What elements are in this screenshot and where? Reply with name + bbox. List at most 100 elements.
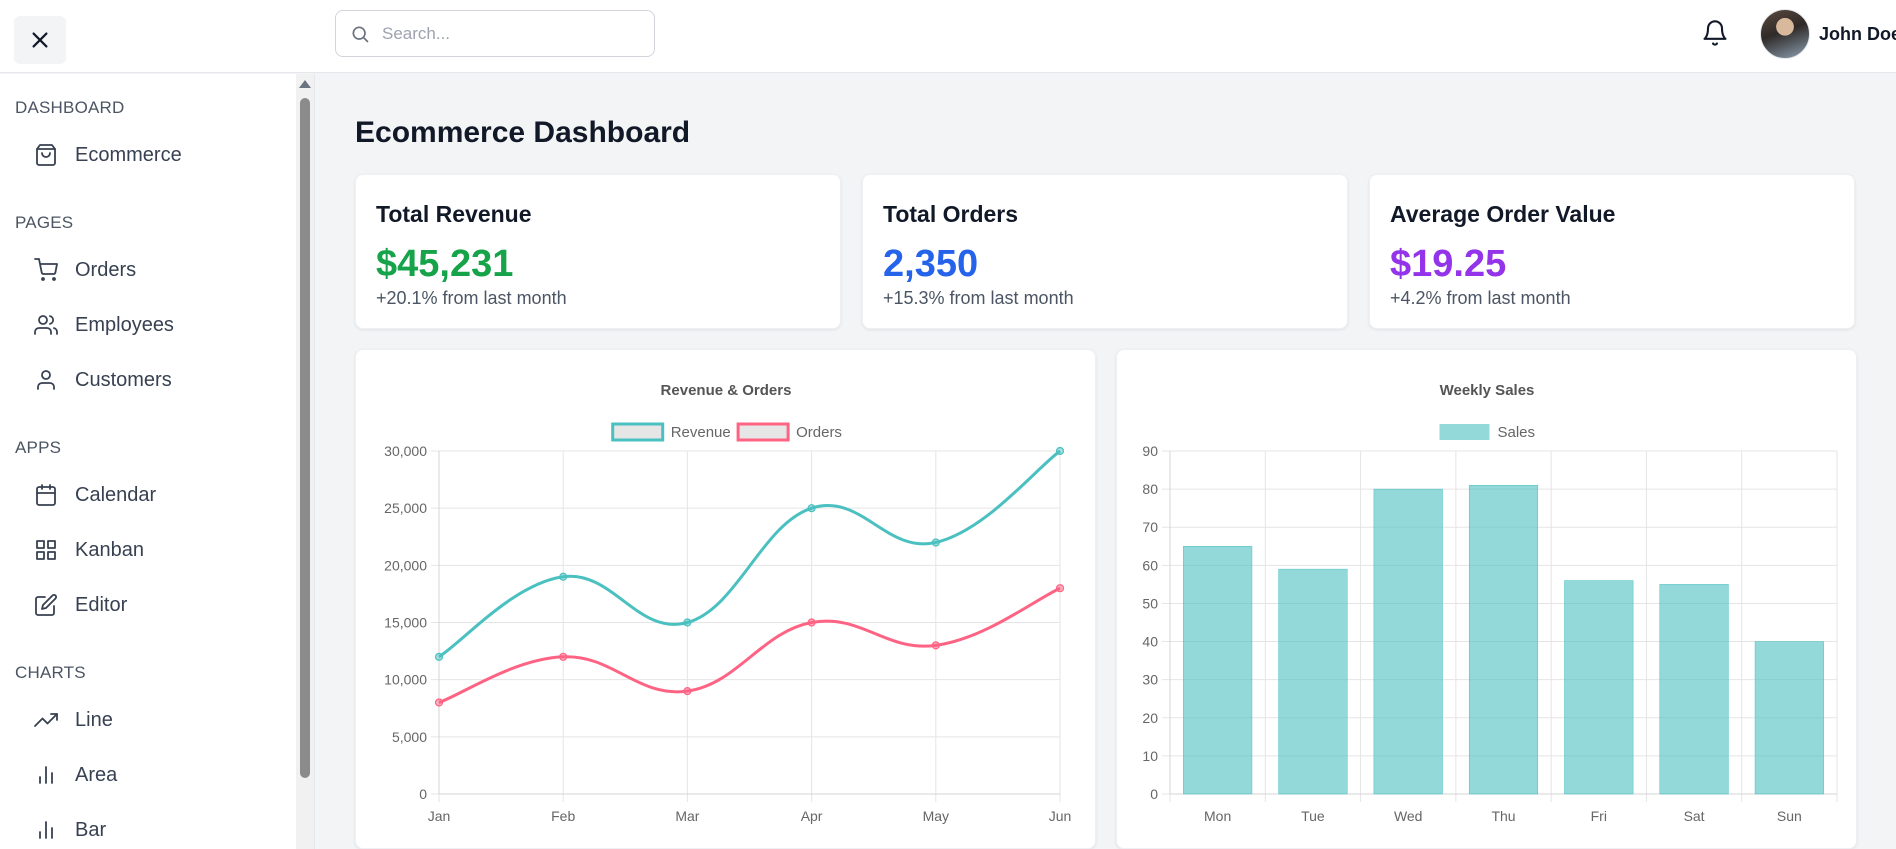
legend-label: Sales bbox=[1498, 424, 1536, 441]
data-point bbox=[1055, 584, 1065, 593]
sidebar-item-kanban[interactable]: Kanban bbox=[15, 527, 285, 573]
bar-sat bbox=[1659, 584, 1729, 795]
legend-swatch bbox=[1439, 424, 1490, 440]
y-tick-label: 10 bbox=[1142, 748, 1158, 764]
page-title: Ecommerce Dashboard bbox=[355, 116, 691, 149]
stat-card-subtitle: +4.2% from last month bbox=[1390, 288, 1571, 308]
bell-icon bbox=[1703, 20, 1727, 46]
y-tick-label: 20 bbox=[1142, 710, 1158, 726]
sidebar-item-label: Ecommerce bbox=[75, 143, 182, 166]
users-icon bbox=[33, 312, 59, 338]
sidebar-item-editor[interactable]: Editor bbox=[15, 582, 285, 628]
sidebar-item-label: Orders bbox=[75, 258, 137, 281]
data-point bbox=[434, 652, 444, 661]
x-tick-label: Feb bbox=[551, 808, 575, 824]
sidebar-item-label: Bar bbox=[75, 818, 107, 841]
sidebar-item-label: Editor bbox=[75, 593, 128, 616]
y-tick-label: 90 bbox=[1142, 443, 1158, 459]
data-point bbox=[931, 641, 940, 650]
data-point bbox=[1055, 446, 1065, 456]
sidebar-item-label: Kanban bbox=[75, 538, 144, 561]
sidebar-item-label: Customers bbox=[75, 368, 172, 391]
close-icon bbox=[32, 32, 48, 48]
trending-up-icon bbox=[33, 707, 59, 733]
calendar-icon bbox=[33, 482, 59, 508]
stat-card-total-orders: Total Orders 2,350 +15.3% from last mont… bbox=[862, 174, 1348, 329]
search-box[interactable] bbox=[335, 10, 655, 57]
y-tick-label: 20,000 bbox=[384, 557, 427, 573]
search-icon bbox=[352, 26, 369, 42]
chart-title: Revenue & Orders bbox=[661, 382, 792, 399]
sidebar-item-label: Area bbox=[75, 763, 118, 786]
x-tick-label: Tue bbox=[1301, 808, 1325, 824]
section-title-apps: APPS bbox=[15, 438, 62, 457]
data-point bbox=[559, 652, 568, 661]
stat-card-value: $19.25 bbox=[1390, 243, 1507, 285]
top-bar: John Doe bbox=[0, 0, 1896, 73]
x-tick-label: Mon bbox=[1204, 808, 1231, 824]
stat-card-value: $45,231 bbox=[376, 243, 514, 285]
y-tick-label: 25,000 bbox=[384, 500, 427, 516]
section-title-charts: CHARTS bbox=[15, 663, 86, 682]
bar-chart-icon bbox=[33, 762, 59, 788]
grid-icon bbox=[33, 537, 59, 563]
weekly-sales-chart-card: Weekly Sales Sales 0 10 20 30 40 50 60 70 80 90 Mon T… bbox=[1116, 349, 1857, 849]
y-tick-label: 15,000 bbox=[384, 615, 427, 631]
bar-sun bbox=[1754, 641, 1824, 795]
y-tick-label: 10,000 bbox=[384, 672, 427, 688]
stat-card-title: Total Revenue bbox=[376, 201, 532, 227]
stat-card-value: 2,350 bbox=[883, 243, 979, 285]
x-tick-label: Mar bbox=[675, 808, 699, 824]
bar-mon bbox=[1183, 546, 1253, 795]
sidebar-item-bar[interactable]: Bar bbox=[15, 807, 285, 849]
y-tick-label: 70 bbox=[1142, 519, 1158, 535]
legend-label: Revenue bbox=[671, 424, 731, 441]
notifications-button[interactable] bbox=[1700, 16, 1730, 50]
shopping-cart-icon bbox=[33, 257, 59, 283]
data-point bbox=[434, 698, 444, 707]
revenue-orders-chart-card: Revenue & Orders Revenue Orders 0 5,000 10,00… bbox=[355, 349, 1096, 849]
sidebar-item-label: Employees bbox=[75, 313, 174, 336]
search-input[interactable] bbox=[382, 23, 632, 44]
y-tick-label: 30 bbox=[1142, 672, 1158, 688]
sidebar-item-area[interactable]: Area bbox=[15, 752, 285, 798]
bar-thu bbox=[1468, 485, 1539, 795]
data-point bbox=[683, 687, 692, 696]
sidebar: DASHBOARD Ecommerce PAGES Orders Employe… bbox=[0, 74, 315, 849]
sidebar-item-employees[interactable]: Employees bbox=[15, 302, 285, 348]
y-tick-label: 40 bbox=[1142, 634, 1158, 650]
edit-icon bbox=[33, 592, 59, 618]
stat-card-title: Total Orders bbox=[883, 201, 1019, 227]
stat-card-subtitle: +15.3% from last month bbox=[883, 288, 1074, 308]
section-title-pages: PAGES bbox=[15, 213, 74, 232]
bar-fri bbox=[1564, 580, 1634, 795]
sidebar-item-customers[interactable]: Customers bbox=[15, 357, 285, 403]
sidebar-item-calendar[interactable]: Calendar bbox=[15, 472, 285, 518]
user-name[interactable]: John Doe bbox=[1819, 24, 1896, 45]
weekly-sales-chart: Weekly Sales Sales 0 10 20 30 40 50 60 70 80 90 Mon T… bbox=[1142, 382, 1838, 824]
x-tick-label: Apr bbox=[801, 808, 823, 824]
chart-title: Weekly Sales bbox=[1440, 382, 1535, 399]
stat-card-title: Average Order Value bbox=[1390, 201, 1616, 227]
sidebar-item-ecommerce[interactable]: Ecommerce bbox=[15, 132, 285, 178]
y-tick-label: 60 bbox=[1142, 557, 1158, 573]
scroll-up-arrow-icon[interactable] bbox=[299, 80, 311, 88]
data-point bbox=[807, 618, 816, 627]
avatar[interactable] bbox=[1760, 9, 1810, 59]
data-point bbox=[683, 618, 692, 627]
sidebar-item-line[interactable]: Line bbox=[15, 697, 285, 743]
series-line-orders bbox=[438, 586, 1061, 704]
bar-wed bbox=[1373, 488, 1443, 795]
x-tick-label: Sat bbox=[1684, 808, 1705, 824]
y-tick-label: 5,000 bbox=[392, 729, 427, 745]
stat-card-total-revenue: Total Revenue $45,231 +20.1% from last m… bbox=[355, 174, 841, 329]
sidebar-item-orders[interactable]: Orders bbox=[15, 247, 285, 293]
close-sidebar-button[interactable] bbox=[14, 16, 66, 64]
sidebar-item-label: Line bbox=[75, 708, 113, 731]
sidebar-scrollbar-thumb[interactable] bbox=[300, 98, 310, 778]
x-tick-label: Wed bbox=[1394, 808, 1423, 824]
y-tick-label: 30,000 bbox=[384, 443, 427, 459]
legend-swatch bbox=[736, 422, 790, 442]
data-point bbox=[559, 572, 568, 581]
sidebar-item-label: Calendar bbox=[75, 483, 157, 506]
